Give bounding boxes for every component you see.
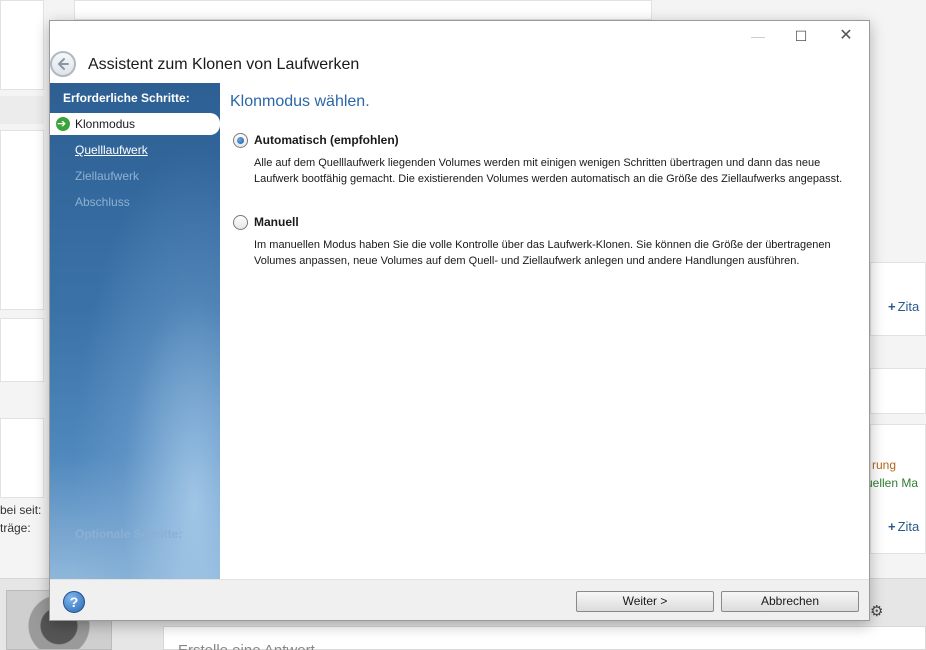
reply-placeholder: Erstelle eine Antwort [178, 642, 315, 650]
gear-icon[interactable]: ⚙ [870, 602, 883, 620]
automatic-label[interactable]: Automatisch (empfohlen) [254, 133, 399, 147]
maximize-button[interactable]: ☐ [781, 25, 821, 47]
bg-panel [0, 0, 44, 90]
bg-quote-link-label: Zita [897, 299, 920, 314]
bg-label: bei seit: [0, 503, 42, 517]
clone-wizard-dialog: — ☐ ✕ Assistent zum Klonen von Laufwerke… [49, 20, 870, 621]
current-step-arrow-icon [56, 113, 70, 135]
step-label: Quelllaufwerk [75, 143, 148, 157]
dialog-footer: ? Weiter > Abbrechen [50, 579, 869, 620]
dialog-title: Assistent zum Klonen von Laufwerken [88, 56, 360, 73]
step-label: Ziellaufwerk [75, 169, 140, 183]
bg-panel [0, 318, 44, 382]
back-button[interactable] [50, 51, 76, 77]
back-arrow-icon [58, 58, 69, 70]
bg-status-text: uellen Ma [866, 476, 919, 490]
cancel-button-label: Abbrechen [760, 594, 820, 608]
automatic-description: Alle auf dem Quelllaufwerk liegenden Vol… [254, 157, 843, 185]
required-steps-heading: Erforderliche Schritte: [63, 91, 190, 105]
optional-steps-heading: Optionale Schritte: [75, 527, 183, 541]
bg-quote-link[interactable]: + Zita [888, 299, 919, 314]
next-button[interactable]: Weiter > [576, 591, 714, 612]
bg-panel [0, 130, 44, 310]
bg-quote-link[interactable]: + Zita [888, 519, 919, 534]
step-abschluss: Abschluss [50, 191, 220, 213]
step-label: Klonmodus [75, 117, 136, 131]
bg-panel-top [74, 0, 652, 20]
bg-status-text: rung [872, 458, 897, 472]
step-label: Abschluss [75, 195, 130, 209]
step-quelllaufwerk[interactable]: Quelllaufwerk [50, 139, 220, 161]
manual-description: Im manuellen Modus haben Sie die volle K… [254, 239, 831, 267]
cancel-button[interactable]: Abbrechen [721, 591, 859, 612]
bg-panel-right [870, 368, 926, 414]
help-icon[interactable]: ? [63, 591, 85, 613]
manual-label[interactable]: Manuell [254, 215, 299, 229]
page-heading: Klonmodus wählen. [230, 93, 370, 110]
bg-band [0, 96, 44, 124]
steps-sidebar: Erforderliche Schritte: Klonmodus Quelll… [50, 83, 220, 579]
manual-radio[interactable] [233, 215, 248, 230]
close-button[interactable]: ✕ [826, 25, 866, 47]
step-klonmodus[interactable]: Klonmodus [50, 113, 220, 135]
bg-label: träge: [0, 521, 31, 535]
automatic-radio[interactable] [233, 133, 248, 148]
next-button-label: Weiter > [622, 594, 668, 608]
step-ziellaufwerk: Ziellaufwerk [50, 165, 220, 187]
minimize-button[interactable]: — [738, 25, 778, 47]
bg-quote-link-label: Zita [897, 519, 920, 534]
bg-panel [0, 418, 44, 498]
